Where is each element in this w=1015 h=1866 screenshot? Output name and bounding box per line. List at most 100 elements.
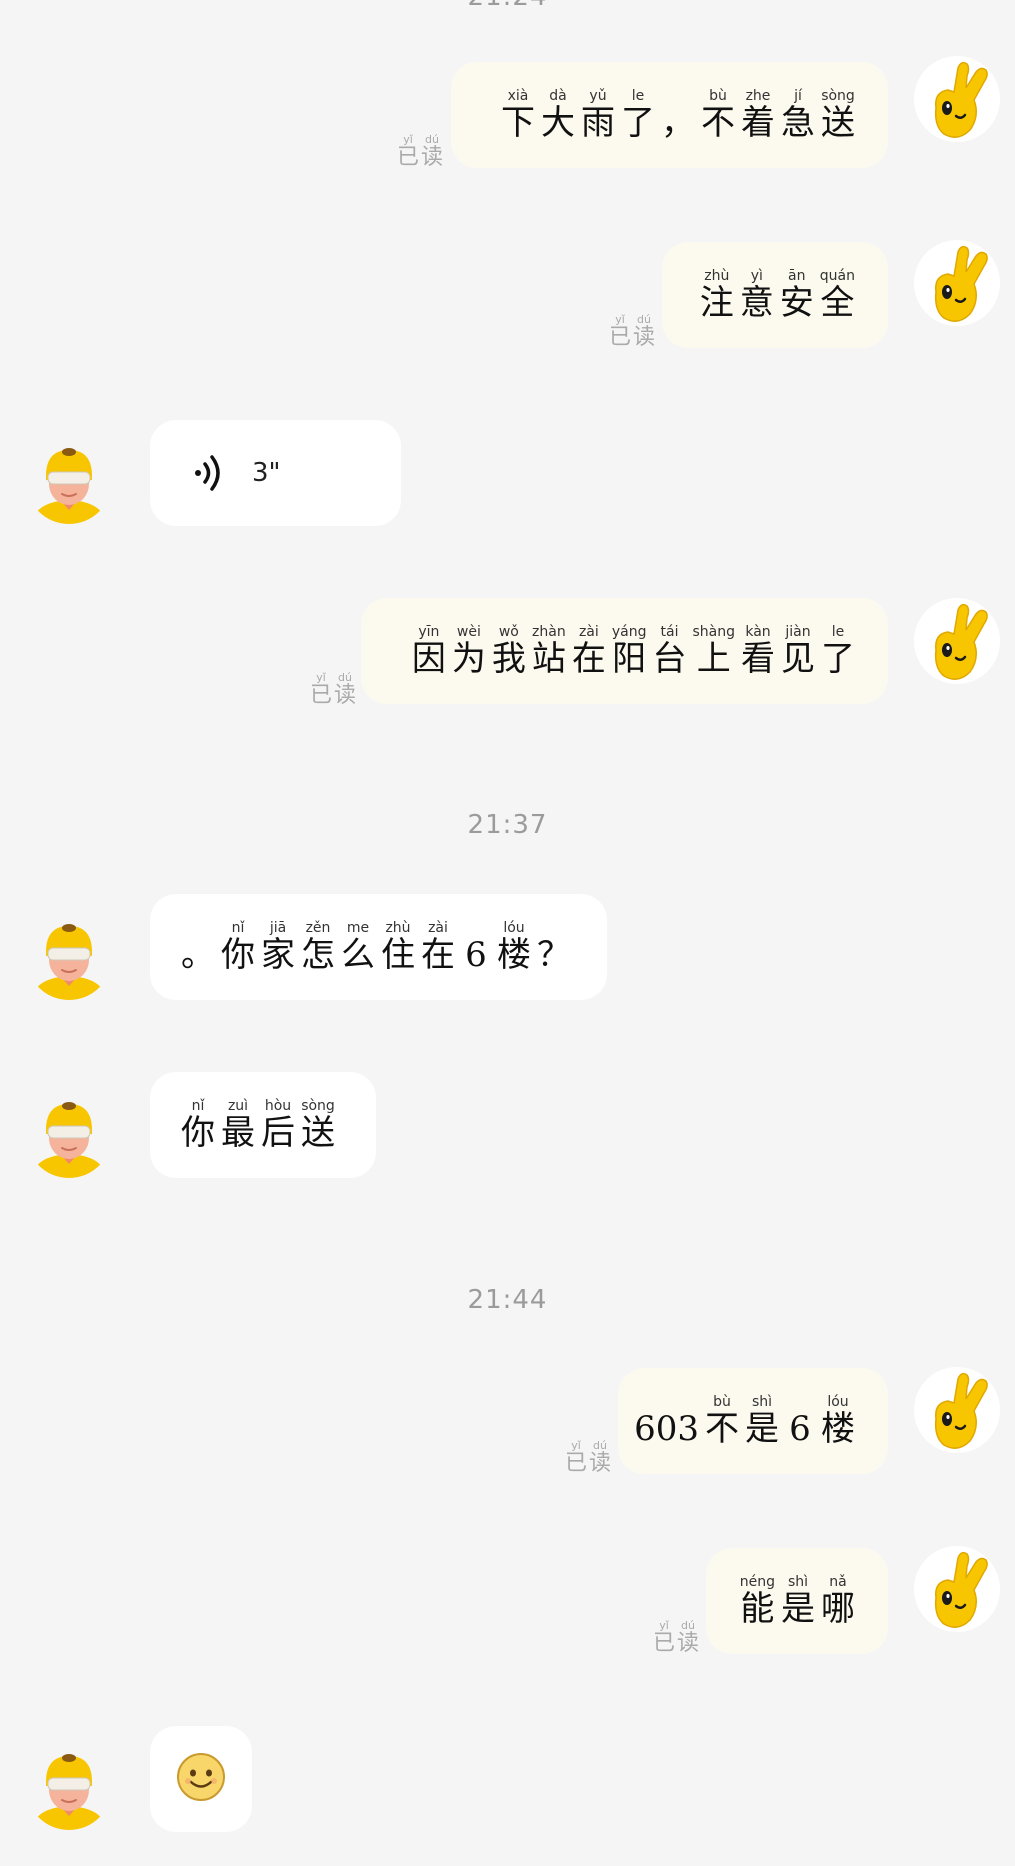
pinyin-annotation: yīn (418, 624, 440, 640)
hanzi-char: 楼 (497, 935, 531, 975)
yellow-hand-icon (914, 1546, 1000, 1632)
hanzi-char: 安 (779, 283, 814, 323)
pinyin-annotation: zěn (305, 920, 331, 936)
ruby-char: jí 急 (781, 88, 815, 142)
hanzi-char: 你 (221, 935, 255, 975)
ruby-char: nǐ 你 (181, 1098, 215, 1152)
hanzi-char: 雨 (581, 103, 615, 143)
pinyin-annotation: sòng (821, 88, 855, 104)
hanzi-char: 着 (741, 103, 775, 143)
pinyin-annotation: tái (660, 624, 679, 640)
ruby-char: zhù 住 (381, 920, 415, 974)
message-bubble-outgoing[interactable]: xià 下 dà 大 yǔ 雨 le 了， bù 不 zhe 着 jí 急 sòng 送 (451, 62, 888, 168)
hanzi-char: 不 (705, 1409, 739, 1449)
hanzi-char: 了 (821, 639, 855, 679)
pinyin-annotation: zhàn (532, 624, 566, 640)
delivery-rider-icon (32, 448, 106, 524)
ruby-char: zài 在 (572, 624, 606, 678)
hanzi-char: 楼 (821, 1409, 855, 1449)
hanzi-char: 读 (589, 1451, 612, 1476)
timestamp: 21:44 (467, 1285, 548, 1315)
pinyin-annotation: yǔ (589, 88, 607, 104)
read-char: yǐ 已 (310, 672, 332, 708)
pinyin-annotation: shì (787, 1574, 809, 1590)
pinyin-annotation: me (346, 920, 370, 936)
message-bubble-outgoing[interactable]: 603 bù 不 shì 是 6 lóu 楼 (618, 1368, 888, 1474)
rider-avatar[interactable] (26, 1092, 112, 1178)
hanzi-char: 阳 (612, 639, 647, 679)
my-avatar[interactable] (914, 598, 1000, 684)
hanzi-char: 读 (633, 325, 656, 350)
read-char: yǐ 已 (565, 1440, 587, 1476)
pinyin-annotation: dà (549, 88, 567, 104)
ruby-char: ？ (537, 920, 571, 974)
ruby-char: zuì 最 (221, 1098, 255, 1152)
ruby-char: kàn 看 (741, 624, 775, 678)
hanzi-char: 最 (221, 1113, 255, 1153)
my-avatar[interactable] (914, 1546, 1000, 1632)
ruby-char: lóu 楼 (497, 920, 531, 974)
hanzi-char: 在 (421, 935, 455, 975)
pinyin-annotation: shàng (692, 624, 735, 640)
rider-avatar[interactable] (26, 914, 112, 1000)
delivery-rider-icon (32, 924, 106, 1000)
message-text: yīn 因 wèi 为 wǒ 我 zhàn 站 zài 在 yáng 阳 tái 台 shàng 上 kàn 看 j… (409, 624, 858, 678)
hanzi-char: 台 (652, 639, 687, 679)
ruby-char: 。 (181, 920, 215, 974)
pinyin-annotation: quán (819, 268, 855, 284)
message-bubble-outgoing[interactable]: yīn 因 wèi 为 wǒ 我 zhàn 站 zài 在 yáng 阳 tái 台 shàng 上 kàn 看 j… (361, 598, 888, 704)
delivery-rider-icon (32, 1754, 106, 1830)
ruby-char: lóu 楼 (821, 1394, 855, 1448)
hanzi-char: 住 (381, 935, 415, 975)
my-avatar[interactable] (914, 240, 1000, 326)
message-bubble-outgoing[interactable]: zhù 注 yì 意 ān 安 quán 全 (662, 242, 888, 348)
pinyin-annotation: nǎ (829, 1574, 847, 1590)
emoji-message-bubble[interactable] (150, 1726, 252, 1832)
timestamp-top: 21:24 (0, 0, 1015, 12)
ruby-char: zhàn 站 (532, 624, 566, 678)
hanzi-char: 了 (621, 103, 655, 143)
hanzi-char: 是 (781, 1589, 815, 1629)
ruby-char: ， (661, 88, 695, 142)
rider-avatar[interactable] (26, 1744, 112, 1830)
hanzi-char: 不 (701, 103, 735, 143)
read-receipt: yǐ 已 dú 读 (652, 1620, 700, 1656)
message-bubble-incoming[interactable]: 。 nǐ 你 jiā 家 zěn 怎 me 么 zhù 住 zài 在 6 lóu 楼？ (150, 894, 607, 1000)
ruby-char: tái 台 (652, 624, 686, 678)
my-avatar[interactable] (914, 1367, 1000, 1453)
message-bubble-incoming[interactable]: nǐ 你 zuì 最 hòu 后 sòng 送 (150, 1072, 376, 1178)
ruby-char: yáng 阳 (612, 624, 647, 678)
ruby-char: me 么 (341, 920, 375, 974)
pinyin-annotation: hòu (264, 1098, 292, 1114)
voice-duration: 3" (252, 458, 281, 488)
read-char: dú 读 (677, 1620, 699, 1656)
ruby-char: yīn 因 (412, 624, 446, 678)
rider-avatar[interactable] (26, 438, 112, 524)
pinyin-annotation: xià (507, 88, 529, 104)
pinyin-annotation: nǐ (191, 1098, 205, 1114)
pinyin-annotation: kàn (745, 624, 771, 640)
ruby-char: ān 安 (780, 268, 814, 322)
message-text: nǐ 你 zuì 最 hòu 后 sòng 送 (178, 1098, 338, 1152)
ruby-char: zhe 着 (741, 88, 775, 142)
hanzi-char: 6 (789, 1409, 811, 1449)
hanzi-char: 急 (781, 103, 815, 143)
message-text: xià 下 dà 大 yǔ 雨 le 了， bù 不 zhe 着 jí 急 sòng 送 (498, 88, 858, 142)
ruby-char: shì 是 (781, 1574, 815, 1628)
voice-message-bubble[interactable]: 3" (150, 420, 401, 526)
read-char: dú 读 (633, 314, 655, 350)
ruby-char: xià 下 (501, 88, 535, 142)
hanzi-char: 大 (541, 103, 575, 143)
yellow-hand-icon (914, 1367, 1000, 1453)
message-bubble-outgoing[interactable]: néng 能 shì 是 nǎ 哪 (706, 1548, 888, 1654)
read-receipt: yǐ 已 dú 读 (564, 1440, 612, 1476)
hanzi-char: ？ (537, 935, 571, 975)
hanzi-char: 怎 (301, 935, 335, 975)
hanzi-char: 么 (341, 935, 375, 975)
read-char: dú 读 (334, 672, 356, 708)
message-text: 603 bù 不 shì 是 6 lóu 楼 (631, 1394, 858, 1448)
pinyin-annotation: jiàn (785, 624, 811, 640)
my-avatar[interactable] (914, 56, 1000, 142)
read-char: yǐ 已 (397, 134, 419, 170)
hanzi-char: ， (661, 103, 695, 143)
